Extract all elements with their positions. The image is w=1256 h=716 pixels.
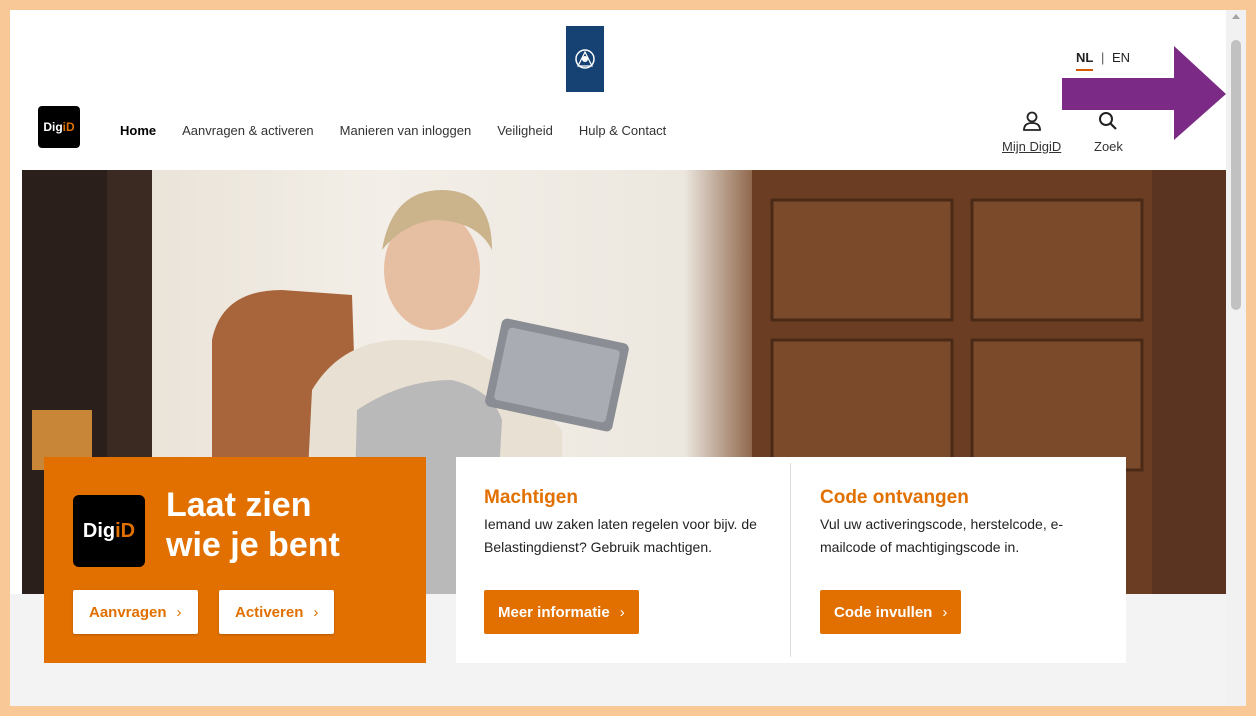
nav-hulp-contact[interactable]: Hulp & Contact [579, 123, 666, 138]
machtigen-title: Machtigen [484, 487, 578, 508]
mijn-digid-link[interactable]: Mijn DigiD [1002, 110, 1061, 154]
logo-text-id: iD [62, 120, 75, 134]
nav-aanvragen-activeren[interactable]: Aanvragen & activeren [182, 123, 314, 138]
code-invullen-label: Code invullen [834, 603, 933, 621]
hero-orange-card: Dig iD Laat zien wie je bent Aanvragen › … [44, 457, 426, 663]
user-icon [1022, 111, 1041, 131]
code-invullen-button[interactable]: Code invullen › [820, 590, 962, 634]
logo-large-text-dig: Dig [82, 519, 116, 542]
hero-tagline: Laat zien wie je bent [166, 485, 416, 565]
logo-text-dig: Dig [43, 120, 63, 134]
page: NL | EN Dig iD Home Aanvragen & activeren… [10, 10, 1226, 706]
chevron-right-icon: › [619, 603, 625, 621]
info-card: Machtigen Iemand uw zaken laten regelen … [456, 457, 1126, 663]
card-divider [790, 463, 791, 657]
chevron-right-icon: › [942, 603, 948, 621]
aanvragen-button[interactable]: Aanvragen › [73, 590, 198, 634]
logo-large-text-id: iD [115, 519, 136, 542]
code-ontvangen-section: Code ontvangen Vul uw activeringscode, h… [820, 487, 1100, 559]
mijn-digid-label: Mijn DigiD [1002, 139, 1062, 154]
machtigen-section: Machtigen Iemand uw zaken laten regelen … [484, 487, 764, 559]
digid-logo[interactable]: Dig iD [38, 106, 80, 148]
chevron-right-icon: › [176, 603, 182, 621]
tagline-line-2: wie je bent [166, 526, 340, 564]
vertical-scrollbar[interactable] [1226, 10, 1246, 706]
crest-icon [575, 49, 595, 69]
machtigen-text: Iemand uw zaken laten regelen voor bijv.… [484, 516, 757, 555]
code-ontvangen-title: Code ontvangen [820, 487, 969, 508]
meer-informatie-button[interactable]: Meer informatie › [484, 590, 639, 634]
meer-informatie-label: Meer informatie [498, 603, 610, 621]
nav-home[interactable]: Home [120, 123, 156, 138]
code-ontvangen-text: Vul uw activeringscode, herstelcode, e-m… [820, 516, 1064, 555]
aanvragen-button-label: Aanvragen [89, 603, 167, 621]
tagline-line-1: Laat zien [166, 486, 312, 524]
scroll-up-arrow-icon[interactable] [1232, 14, 1240, 19]
annotation-arrow-icon [1062, 46, 1226, 140]
nav-veiligheid[interactable]: Veiligheid [497, 123, 553, 138]
rijksoverheid-crest-logo [566, 26, 604, 92]
digid-logo-large: Dig iD [73, 495, 145, 567]
main-nav: Home Aanvragen & activeren Manieren van … [120, 123, 692, 138]
activeren-button[interactable]: Activeren › [219, 590, 335, 634]
scrollbar-thumb[interactable] [1231, 40, 1241, 310]
nav-manieren-van-inloggen[interactable]: Manieren van inloggen [340, 123, 472, 138]
activeren-button-label: Activeren [235, 603, 304, 621]
chevron-right-icon: › [313, 603, 319, 621]
browser-viewport: NL | EN Dig iD Home Aanvragen & activeren… [10, 10, 1246, 706]
